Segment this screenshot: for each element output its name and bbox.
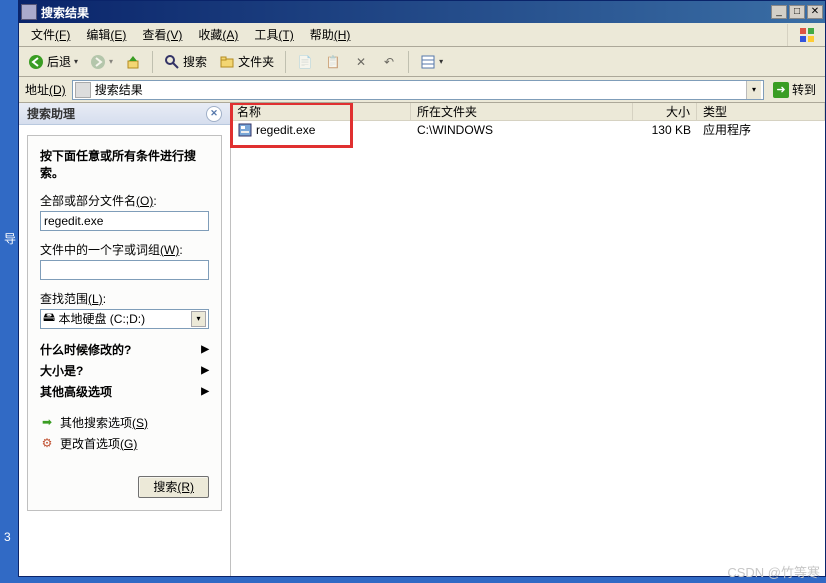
copy-to-button[interactable]: 📋: [320, 51, 346, 73]
address-dropdown[interactable]: ▾: [746, 81, 761, 99]
back-button[interactable]: 后退▾: [23, 51, 83, 73]
folders-icon: [219, 54, 235, 70]
sidebar-header: 搜索助理 ✕: [19, 103, 230, 125]
item-name: regedit.exe: [256, 123, 315, 137]
window-title: 搜索结果: [41, 4, 769, 21]
search-button[interactable]: 搜索: [159, 51, 212, 73]
menu-edit[interactable]: 编辑(E): [78, 24, 134, 45]
search-button[interactable]: 搜索(R): [138, 476, 209, 498]
address-text: 搜索结果: [95, 81, 742, 98]
word-label: 文件中的一个字或词组(W):: [40, 241, 209, 258]
list-header: 名称 所在文件夹 大小 类型: [231, 103, 825, 121]
close-button[interactable]: ✕: [807, 5, 823, 19]
undo-icon: ↶: [381, 54, 397, 70]
col-type[interactable]: 类型: [697, 103, 825, 120]
go-icon: ➜: [773, 82, 789, 98]
collapse-icon[interactable]: ✕: [206, 106, 222, 122]
preferences-icon: ⚙: [40, 436, 54, 450]
copy-to-icon: 📋: [325, 54, 341, 70]
undo-button[interactable]: ↶: [376, 51, 402, 73]
exe-icon: [237, 122, 253, 138]
back-icon: [28, 54, 44, 70]
desktop-label: 导: [4, 230, 16, 247]
forward-button[interactable]: ▾: [85, 51, 118, 73]
titlebar[interactable]: 搜索结果 _ □ ✕: [19, 1, 825, 23]
word-input[interactable]: [40, 260, 209, 280]
col-size[interactable]: 大小: [633, 103, 697, 120]
watermark: CSDN @竹等寒: [727, 562, 820, 581]
addressbar: 地址(D) 搜索结果 ▾ ➜ 转到: [19, 77, 825, 103]
change-pref-link[interactable]: ⚙ 更改首选项(G): [40, 433, 209, 454]
item-folder: C:\WINDOWS: [411, 123, 633, 137]
filename-input[interactable]: [40, 211, 209, 231]
item-size: 130 KB: [633, 123, 697, 137]
move-to-button[interactable]: 📄: [292, 51, 318, 73]
address-label: 地址(D): [23, 81, 68, 98]
advanced-expander[interactable]: 其他高级选项▶: [40, 381, 209, 402]
address-input[interactable]: 搜索结果 ▾: [72, 80, 764, 100]
col-name[interactable]: 名称: [231, 103, 411, 120]
chevron-right-icon: ▶: [201, 386, 209, 397]
disk-icon: 🖴: [43, 308, 55, 329]
up-button[interactable]: [120, 51, 146, 73]
other-search-link[interactable]: ➡ 其他搜索选项(S): [40, 412, 209, 433]
maximize-button[interactable]: □: [789, 5, 805, 19]
chevron-right-icon: ▶: [201, 365, 209, 376]
col-folder[interactable]: 所在文件夹: [411, 103, 633, 120]
window: 搜索结果 _ □ ✕ 文件(F) 编辑(E) 查看(V) 收藏(A) 工具(T)…: [18, 0, 826, 577]
move-to-icon: 📄: [297, 54, 313, 70]
windows-flag-icon: [787, 24, 825, 46]
lookin-dropdown[interactable]: ▾: [191, 311, 206, 327]
menu-help[interactable]: 帮助(H): [302, 24, 359, 45]
up-icon: [125, 54, 141, 70]
menu-view[interactable]: 查看(V): [134, 24, 190, 45]
when-modified-expander[interactable]: 什么时候修改的?▶: [40, 339, 209, 360]
arrow-right-icon: ➡: [40, 415, 54, 429]
item-type: 应用程序: [697, 121, 825, 138]
delete-button[interactable]: ✕: [348, 51, 374, 73]
filename-label: 全部或部分文件名(O):: [40, 192, 209, 209]
lookin-label: 查找范围(L):: [40, 290, 209, 307]
search-sidebar: 搜索助理 ✕ 按下面任意或所有条件进行搜索。 全部或部分文件名(O): 文件中的…: [19, 103, 231, 576]
go-button[interactable]: ➜ 转到: [768, 79, 821, 101]
menu-file[interactable]: 文件(F): [23, 24, 78, 45]
client-area: 搜索助理 ✕ 按下面任意或所有条件进行搜索。 全部或部分文件名(O): 文件中的…: [19, 103, 825, 576]
forward-icon: [90, 54, 106, 70]
search-panel: 按下面任意或所有条件进行搜索。 全部或部分文件名(O): 文件中的一个字或词组(…: [27, 135, 222, 511]
address-icon: [75, 82, 91, 98]
desktop-label-2: 3: [4, 530, 11, 544]
size-expander[interactable]: 大小是?▶: [40, 360, 209, 381]
delete-icon: ✕: [353, 54, 369, 70]
toolbar: 后退▾ ▾ 搜索 文件夹 📄 📋 ✕ ↶ ▾: [19, 47, 825, 77]
lookin-select[interactable]: 🖴 本地硬盘 (C:;D:) ▾: [40, 309, 209, 329]
menu-tools[interactable]: 工具(T): [246, 24, 301, 45]
folders-button[interactable]: 文件夹: [214, 51, 279, 73]
minimize-button[interactable]: _: [771, 5, 787, 19]
views-button[interactable]: ▾: [415, 51, 448, 73]
search-icon: [164, 54, 180, 70]
views-icon: [420, 54, 436, 70]
list-item[interactable]: regedit.exe C:\WINDOWS 130 KB 应用程序: [231, 121, 825, 138]
menu-favorites[interactable]: 收藏(A): [190, 24, 246, 45]
chevron-right-icon: ▶: [201, 344, 209, 355]
menubar: 文件(F) 编辑(E) 查看(V) 收藏(A) 工具(T) 帮助(H): [19, 23, 825, 47]
list-rows: regedit.exe C:\WINDOWS 130 KB 应用程序: [231, 121, 825, 576]
results-list: 名称 所在文件夹 大小 类型 regedit.exe C:\WINDOWS 13…: [231, 103, 825, 576]
panel-title: 按下面任意或所有条件进行搜索。: [40, 148, 209, 182]
app-icon: [21, 4, 37, 20]
